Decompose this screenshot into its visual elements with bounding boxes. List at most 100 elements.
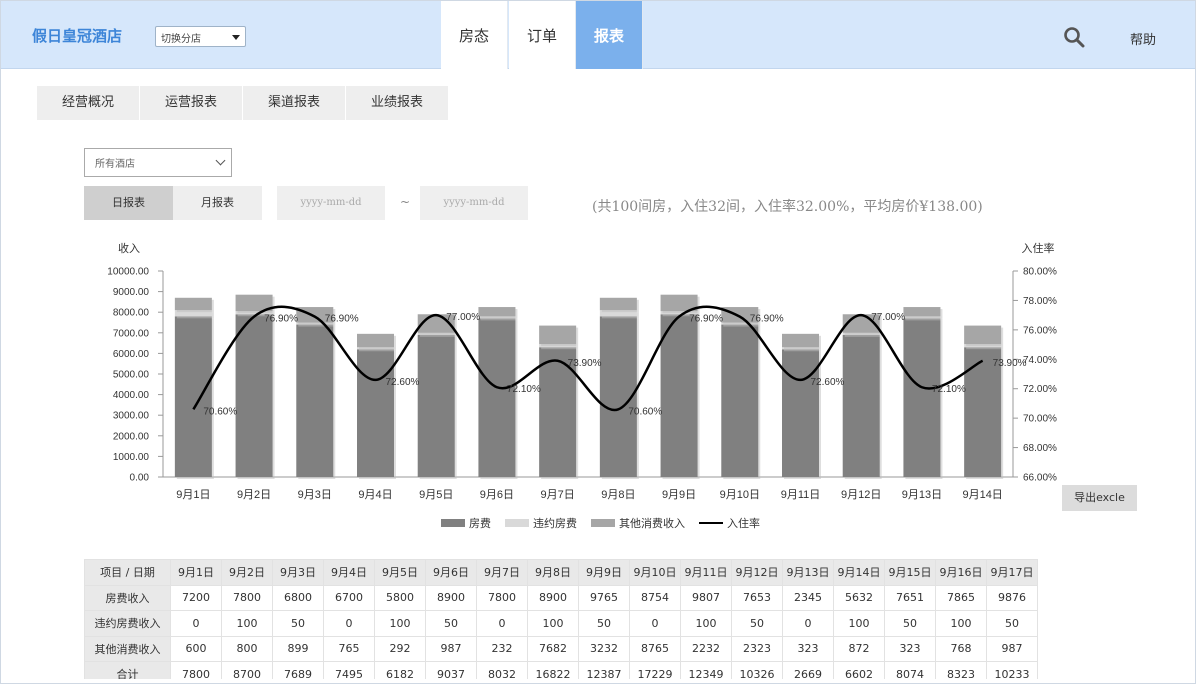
x-tick-label: 9月3日 bbox=[298, 489, 332, 501]
x-tick-label: 9月5日 bbox=[419, 489, 453, 501]
table-cell: 100 bbox=[935, 610, 987, 637]
table-cell: 8754 bbox=[629, 584, 681, 611]
left-tick-label: 3000.00 bbox=[113, 411, 150, 422]
revenue-occupancy-chart: 收入 入住率10000.009000.008000.007000.006000.0… bbox=[107, 241, 1057, 530]
occupancy-data-label: 76.90% bbox=[689, 314, 723, 325]
bar-shadow bbox=[784, 349, 821, 352]
table-cell: 5800 bbox=[374, 584, 426, 611]
table-cell: 232 bbox=[476, 635, 528, 662]
table-cell: 0 bbox=[782, 610, 834, 637]
table-cell: 600 bbox=[170, 635, 222, 662]
tab-room-status[interactable]: 房态 bbox=[441, 1, 508, 69]
table-cell: 8765 bbox=[629, 635, 681, 662]
table-date-header: 9月7日 bbox=[476, 559, 528, 586]
subtab-operations-report[interactable]: 运营报表 bbox=[140, 86, 243, 120]
table-cell: 12349 bbox=[680, 661, 732, 679]
x-tick-label: 9月8日 bbox=[601, 489, 635, 501]
bar-segment-other-income bbox=[599, 297, 637, 311]
help-link[interactable]: 帮助 bbox=[1130, 29, 1156, 48]
hotel-brand[interactable]: 假日皇冠酒店 bbox=[32, 25, 122, 46]
hotel-select-value: 所有酒店 bbox=[95, 159, 135, 170]
bar-segment-room-fee bbox=[174, 316, 212, 477]
x-tick-label: 9月4日 bbox=[358, 489, 392, 501]
table-cell: 7800 bbox=[221, 584, 273, 611]
bar-shadow bbox=[419, 334, 457, 337]
export-excel-button[interactable]: 导出excle bbox=[1062, 485, 1137, 511]
table-cell: 323 bbox=[782, 635, 834, 662]
table-cell: 7682 bbox=[527, 635, 579, 662]
subtab-performance-report[interactable]: 业绩报表 bbox=[346, 86, 449, 120]
start-date-input[interactable]: yyyy-mm-dd bbox=[277, 186, 385, 220]
table-date-header: 9月8日 bbox=[527, 559, 579, 586]
table-cell: 6700 bbox=[323, 584, 375, 611]
table-cell: 7865 bbox=[935, 584, 987, 611]
table-cell: 50 bbox=[425, 610, 477, 637]
subtab-channel-report[interactable]: 渠道报表 bbox=[243, 86, 346, 120]
table-cell: 50 bbox=[731, 610, 783, 637]
left-tick-label: 2000.00 bbox=[113, 431, 150, 442]
bar-segment-other-income bbox=[539, 325, 577, 345]
tab-orders[interactable]: 订单 bbox=[509, 1, 576, 69]
tab-reports[interactable]: 报表 bbox=[576, 1, 643, 69]
occupancy-data-label: 72.10% bbox=[507, 384, 541, 395]
left-tick-label: 9000.00 bbox=[113, 287, 150, 298]
table-cell: 8074 bbox=[884, 661, 936, 679]
monthly-report-button[interactable]: 月报表 bbox=[173, 186, 262, 220]
table-row: 其他消费收入 600 800 899 765 292 987 232 7682 3232 8765 2… bbox=[84, 635, 1038, 662]
x-tick-label: 9月1日 bbox=[176, 489, 210, 501]
left-tick-label: 5000.00 bbox=[113, 370, 150, 381]
occupancy-data-label: 70.60% bbox=[628, 406, 662, 417]
daily-report-button[interactable]: 日报表 bbox=[84, 186, 173, 220]
table-date-header: 9月10日 bbox=[629, 559, 681, 586]
left-tick-label: 0.00 bbox=[130, 473, 150, 484]
hotel-select[interactable]: 所有酒店 bbox=[84, 148, 232, 177]
table-date-header: 9月14日 bbox=[833, 559, 885, 586]
table-date-header: 9月4日 bbox=[323, 559, 375, 586]
table-cell: 2323 bbox=[731, 635, 783, 662]
left-tick-label: 6000.00 bbox=[113, 349, 150, 360]
bar-shadow bbox=[480, 318, 518, 321]
occupancy-data-label: 76.90% bbox=[264, 314, 298, 325]
occupancy-data-label: 77.00% bbox=[446, 312, 480, 323]
chevron-down-icon bbox=[215, 155, 226, 166]
table-cell: 2669 bbox=[782, 661, 834, 679]
table-cell: 100 bbox=[221, 610, 273, 637]
table-corner-header: 项目 / 日期 bbox=[84, 559, 171, 586]
bar-segment-other-income bbox=[174, 297, 212, 311]
table-cell: 9037 bbox=[425, 661, 477, 679]
search-icon[interactable] bbox=[1063, 26, 1085, 48]
table-row-label: 其他消费收入 bbox=[84, 635, 171, 662]
subtab-business-overview[interactable]: 经营概况 bbox=[37, 86, 140, 120]
table-cell: 50 bbox=[986, 610, 1038, 637]
table-row-label: 违约房费收入 bbox=[84, 610, 171, 637]
table-cell: 9807 bbox=[680, 584, 732, 611]
table-date-header: 9月12日 bbox=[731, 559, 783, 586]
legend-label: 房费 bbox=[469, 517, 491, 530]
branch-select[interactable]: 切换分店 bbox=[155, 26, 246, 47]
table-header-row: 项目 / 日期 9月1日 9月2日 9月3日 9月4日 9月5日 9月6日 9月7日 9月8日 9… bbox=[84, 559, 1038, 586]
bar-segment-room-fee bbox=[478, 318, 516, 477]
table-cell: 7800 bbox=[170, 661, 222, 679]
table-cell: 100 bbox=[374, 610, 426, 637]
revenue-table: 项目 / 日期 9月1日 9月2日 9月3日 9月4日 9月5日 9月6日 9月7日 9月8日 9… bbox=[84, 559, 1059, 679]
bar-segment-room-fee bbox=[782, 349, 819, 477]
table-cell: 6800 bbox=[272, 584, 324, 611]
table-date-header: 9月3日 bbox=[272, 559, 324, 586]
bar-shadow bbox=[298, 324, 336, 327]
occupancy-data-label: 73.90% bbox=[993, 358, 1027, 369]
report-subtabs: 经营概况 运营报表 渠道报表 业绩报表 bbox=[37, 86, 449, 120]
table-date-header: 9月15日 bbox=[884, 559, 936, 586]
table-cell: 872 bbox=[833, 635, 885, 662]
table-cell: 8900 bbox=[425, 584, 477, 611]
date-range-separator: ~ bbox=[400, 195, 411, 209]
left-tick-label: 8000.00 bbox=[113, 308, 150, 319]
right-tick-label: 78.00% bbox=[1023, 296, 1057, 307]
end-date-input[interactable]: yyyy-mm-dd bbox=[420, 186, 528, 220]
bar-segment-other-income bbox=[478, 307, 516, 317]
table-cell: 50 bbox=[578, 610, 630, 637]
x-tick-label: 9月12日 bbox=[841, 489, 881, 501]
table-date-header: 9月6日 bbox=[425, 559, 477, 586]
occupancy-data-label: 72.60% bbox=[386, 377, 420, 388]
table-row: 房费收入 7200 7800 6800 6700 5800 8900 7800 8900 9765… bbox=[84, 584, 1038, 611]
table-cell: 0 bbox=[476, 610, 528, 637]
